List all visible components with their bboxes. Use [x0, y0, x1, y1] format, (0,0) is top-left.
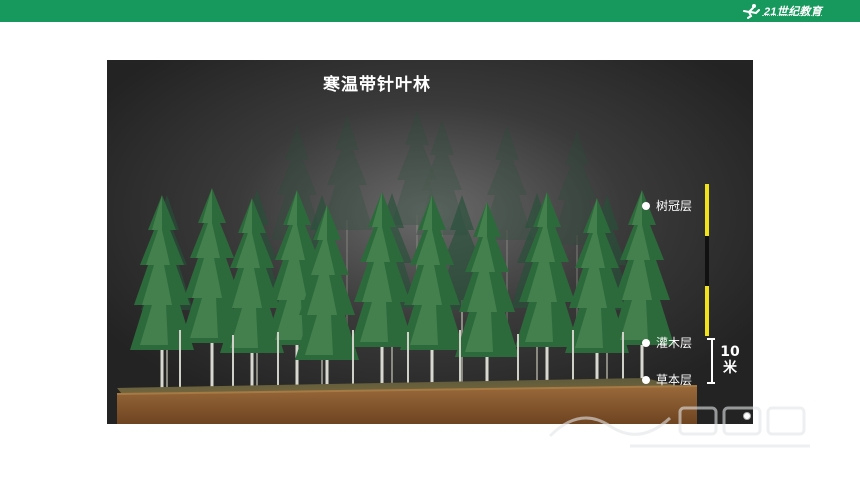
runner-logo-icon [742, 4, 760, 19]
scale-unit: 米 [723, 360, 737, 376]
logo-underline [762, 15, 822, 19]
shrub-marker-icon [642, 338, 650, 347]
scale-label: 10 米 [719, 344, 741, 376]
shrub-layer-text: 灌木层 [656, 336, 693, 350]
canopy-marker-icon [642, 201, 650, 210]
forest-scene-graphic [107, 60, 753, 424]
herb-layer-label: 草本层 [642, 371, 692, 388]
corner-dot-icon[interactable] [743, 412, 751, 420]
forest-illustration: 寒温带针叶林 树冠层 灌木层 草本层 10 米 [107, 60, 753, 424]
slide-title: 寒温带针叶林 [323, 75, 431, 95]
canopy-layer-text: 树冠层 [656, 199, 693, 213]
herb-marker-icon [642, 375, 650, 384]
herb-layer-text: 草本层 [656, 373, 693, 387]
top-bar: 21世纪教育 [0, 0, 860, 22]
canopy-layer-label: 树冠层 [642, 197, 692, 214]
scale-number: 10 [720, 344, 740, 360]
shrub-layer-label: 灌木层 [642, 334, 692, 351]
